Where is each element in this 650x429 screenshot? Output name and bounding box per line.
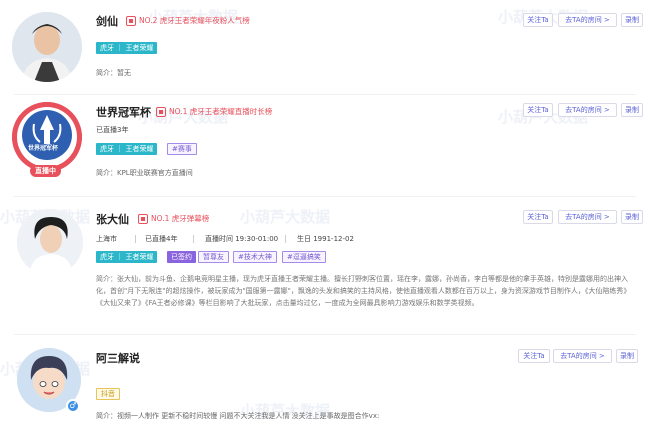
streamer-card: ♂ 阿三解说 抖音 简介：视频一人制作 更新不稳时间较慢 问题不大关注我是人情 … <box>0 340 650 429</box>
intro-text: 简介：视频一人制作 更新不稳时间较慢 问题不大关注我是人情 没关注上是事故是图合… <box>96 412 380 420</box>
follow-button[interactable]: 关注Ta <box>523 210 553 224</box>
trophy-logo-icon <box>12 102 82 172</box>
follow-button[interactable]: 关注Ta <box>523 13 553 27</box>
category-tag[interactable]: #赛事 <box>167 143 197 155</box>
go-to-room-button[interactable]: 去TA的房间 > <box>553 349 612 363</box>
divider <box>14 334 636 335</box>
platform-tag[interactable]: 虎牙 ｜ 王者荣耀 <box>96 143 158 155</box>
live-duration: 已直播4年 <box>145 235 178 243</box>
platform-tag[interactable]: 抖音 <box>96 388 120 400</box>
record-button[interactable]: 录制 <box>616 349 638 363</box>
live-schedule: 直播时间 19:30-01:00 <box>205 235 279 243</box>
streamer-name[interactable]: 世界冠军杯 <box>96 104 151 120</box>
intro-text: 简介：KPL职业联赛官方直播间 <box>96 169 193 177</box>
avatar[interactable] <box>17 209 83 275</box>
go-to-room-button[interactable]: 去TA的房间 > <box>558 210 617 224</box>
rank-badge: NO.1 虎牙弹幕榜 <box>138 213 209 224</box>
rank-badge: NO.1 虎牙王者荣耀直播时长榜 <box>156 106 272 117</box>
male-gender-icon: ♂ <box>66 399 80 413</box>
platform-tag[interactable]: 虎牙 ｜ 王者荣耀 <box>96 251 158 263</box>
fan-tag[interactable]: 暂尊友 <box>198 251 229 263</box>
go-to-room-button[interactable]: 去TA的房间 > <box>558 13 617 27</box>
follow-button[interactable]: 关注Ta <box>518 349 550 363</box>
person-avatar-icon <box>17 209 83 275</box>
signed-tag[interactable]: 已签约 <box>167 251 196 263</box>
live-badge: 直播中 <box>30 165 61 177</box>
person-avatar-icon <box>12 12 82 82</box>
divider <box>14 196 636 197</box>
rank-icon <box>138 213 148 224</box>
streamer-card: 剑仙 NO.2 虎牙王者荣耀年夜粉人气榜 虎牙 ｜ 王者荣耀 简介：暂无 关注T… <box>0 0 650 95</box>
record-button[interactable]: 录制 <box>621 210 643 224</box>
skill-tag[interactable]: #技术大神 <box>233 251 277 263</box>
streamer-name[interactable]: 阿三解说 <box>96 350 140 366</box>
streamer-card: 世界冠军杯 直播中 世界冠军杯 NO.1 虎牙王者荣耀直播时长榜 已直播3年 虎… <box>0 95 650 207</box>
meta-separator <box>193 235 194 243</box>
avatar[interactable] <box>12 12 82 82</box>
rank-text: NO.1 虎牙王者荣耀直播时长榜 <box>169 107 273 116</box>
rank-text: NO.1 虎牙弹幕榜 <box>151 214 210 223</box>
go-to-room-button[interactable]: 去TA的房间 > <box>558 103 617 117</box>
meta-separator <box>135 235 136 243</box>
streamer-name[interactable]: 剑仙 <box>96 13 118 29</box>
rank-icon <box>126 15 136 26</box>
streamer-card: 张大仙 NO.1 虎牙弹幕榜 上海市 已直播4年 直播时间 19:30-01:0… <box>0 205 650 335</box>
rank-icon <box>156 106 166 117</box>
live-duration: 已直播3年 <box>96 126 129 134</box>
avatar[interactable] <box>12 102 82 172</box>
meta-separator <box>285 235 286 243</box>
style-tag[interactable]: #逗逼搞笑 <box>282 251 326 263</box>
birthday: 生日 1991-12-02 <box>297 235 354 243</box>
city: 上海市 <box>96 235 117 243</box>
avatar-caption: 世界冠军杯 <box>28 145 59 152</box>
record-button[interactable]: 录制 <box>621 103 643 117</box>
record-button[interactable]: 录制 <box>621 13 643 27</box>
rank-badge: NO.2 虎牙王者荣耀年夜粉人气榜 <box>126 15 250 26</box>
intro-text: 简介：暂无 <box>96 69 131 77</box>
rank-text: NO.2 虎牙王者荣耀年夜粉人气榜 <box>139 16 250 25</box>
streamer-name[interactable]: 张大仙 <box>96 211 129 227</box>
intro-text: 简介：张大仙，前为斗鱼、企鹅电竞明星主播，现为虎牙直播王者荣耀主播。擅长打野刺客… <box>96 275 631 307</box>
follow-button[interactable]: 关注Ta <box>523 103 553 117</box>
platform-tag[interactable]: 虎牙 ｜ 王者荣耀 <box>96 42 158 54</box>
